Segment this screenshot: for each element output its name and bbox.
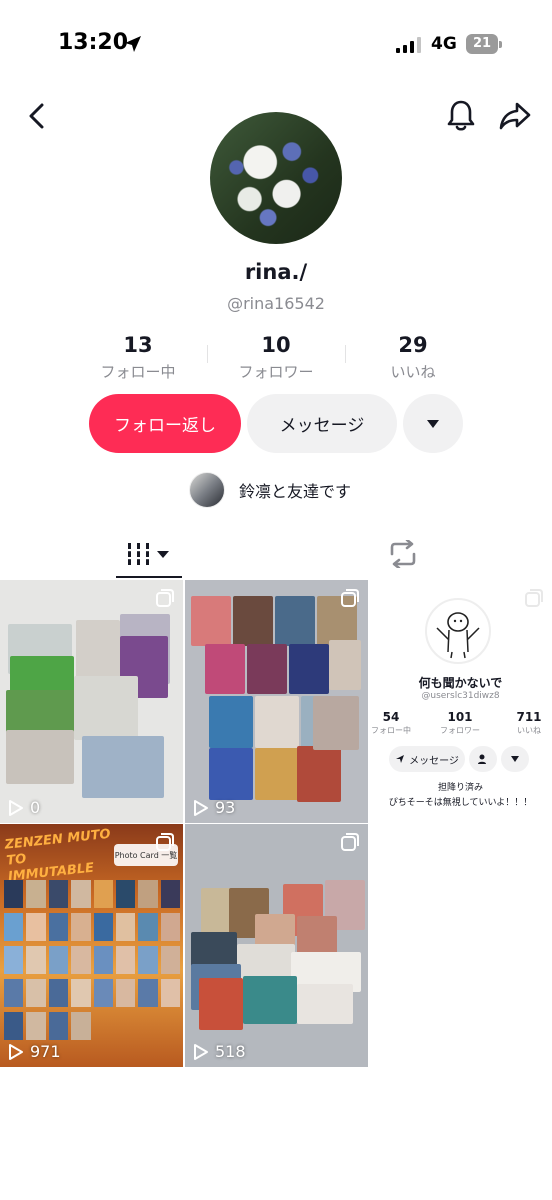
stat-following-label: フォロー中 xyxy=(100,363,176,381)
video-thumbnail: 何も聞かないで @userslc31diwz8 54 フォロー中 101 フォロ… xyxy=(369,580,552,823)
stat-divider xyxy=(345,345,346,363)
screenshot-stat: 54 フォロー中 xyxy=(369,710,421,736)
screenshot-bio-line: 担降り済み xyxy=(437,783,483,793)
status-time: 13:20 xyxy=(58,30,129,55)
video-thumbnail xyxy=(0,580,183,823)
back-button[interactable] xyxy=(20,98,54,134)
video-thumbnail xyxy=(185,580,368,823)
stat-divider xyxy=(207,345,208,363)
battery-level: 21 xyxy=(466,34,498,54)
view-count-value: 971 xyxy=(30,1042,61,1061)
caret-down-icon xyxy=(427,419,439,428)
screenshot-stat-value: 54 xyxy=(382,710,400,724)
video-tile[interactable]: 518 xyxy=(185,824,368,1067)
screenshot-stat-label: フォロー中 xyxy=(371,726,411,735)
doodle-character-icon xyxy=(436,612,480,659)
play-icon xyxy=(9,1043,23,1060)
play-icon xyxy=(194,1043,208,1060)
network-type: 4G xyxy=(431,34,457,54)
profile-handle: @rina16542 xyxy=(227,294,325,313)
screenshot-stat: 711 いいね xyxy=(499,710,552,736)
more-options-button[interactable] xyxy=(403,394,463,453)
battery-icon: 21 xyxy=(466,34,502,54)
view-count-value: 93 xyxy=(215,798,236,817)
video-tile[interactable]: 何も聞かないで @userslc31diwz8 54 フォロー中 101 フォロ… xyxy=(369,580,552,823)
multi-photo-icon xyxy=(525,589,543,607)
stat-followers-label: フォロワー xyxy=(238,363,314,381)
grid-icon xyxy=(125,543,169,565)
repost-icon xyxy=(390,540,416,568)
add-user-icon xyxy=(478,754,486,764)
view-count: 518 xyxy=(193,1042,246,1061)
view-count: 0 xyxy=(8,798,40,817)
view-count-value: 0 xyxy=(30,798,41,817)
mutual-friend-text: 鈴凛と友達です xyxy=(239,482,352,501)
bell-icon xyxy=(447,100,475,131)
status-bar: 13:20 4G 21 xyxy=(0,0,552,90)
screenshot-stat-value: 101 xyxy=(447,710,473,724)
share-button[interactable] xyxy=(494,96,536,136)
screenshot-bio-line: ぴちそーそは無視していいよ！！！ xyxy=(388,798,533,808)
screenshot-handle: @userslc31diwz8 xyxy=(421,691,500,701)
profile-username: rina./ xyxy=(244,260,308,284)
profile-avatar[interactable] xyxy=(210,112,342,244)
tab-videos[interactable] xyxy=(116,532,182,576)
active-tab-indicator xyxy=(116,576,182,578)
stat-following[interactable]: 13 フォロー中 xyxy=(73,333,203,382)
stat-likes[interactable]: 29 いいね xyxy=(348,333,478,382)
signal-icon xyxy=(396,37,421,53)
tab-reposts[interactable] xyxy=(370,532,436,576)
screenshot-stat: 101 フォロワー xyxy=(430,710,490,736)
location-arrow-icon xyxy=(125,36,141,52)
multi-photo-icon xyxy=(156,589,174,607)
screenshot-name: 何も聞かないで xyxy=(418,676,503,690)
video-tile[interactable]: ZENZEN MUTO TO IMMUTABLE Photo Card 一覧 97… xyxy=(0,824,183,1067)
screenshot-stat-value: 711 xyxy=(516,710,542,724)
message-button[interactable]: メッセージ xyxy=(247,394,397,453)
share-arrow-icon xyxy=(499,102,531,130)
caret-down-icon xyxy=(511,756,519,762)
stat-followers-value: 10 xyxy=(261,333,291,357)
video-thumbnail xyxy=(185,824,368,1067)
stat-followers[interactable]: 10 フォロワー xyxy=(211,333,341,382)
notification-bell-button[interactable] xyxy=(442,96,480,136)
chevron-left-icon xyxy=(29,103,44,129)
play-icon xyxy=(194,799,208,816)
video-thumbnail: ZENZEN MUTO TO IMMUTABLE Photo Card 一覧 xyxy=(0,824,183,1067)
stat-following-value: 13 xyxy=(123,333,153,357)
follow-back-button[interactable]: フォロー返し xyxy=(89,394,241,453)
multi-photo-icon xyxy=(341,589,359,607)
multi-photo-icon xyxy=(156,833,174,851)
mutual-friend-avatar xyxy=(189,472,225,508)
video-tile[interactable]: 0 xyxy=(0,580,183,823)
mutual-friend-row[interactable]: 鈴凛と友達です xyxy=(189,472,351,508)
screenshot-stat-label: いいね xyxy=(517,726,541,735)
screenshot-message-label: メッセージ xyxy=(409,755,459,767)
view-count-value: 518 xyxy=(215,1042,246,1061)
screenshot-add-friend-button xyxy=(469,746,497,772)
send-icon xyxy=(396,755,405,763)
screenshot-message-button: メッセージ xyxy=(389,746,465,772)
multi-photo-icon xyxy=(341,833,359,851)
screenshot-stat-label: フォロワー xyxy=(440,726,480,735)
view-count: 971 xyxy=(8,1042,61,1061)
stat-likes-label: いいね xyxy=(390,363,436,381)
play-icon xyxy=(9,799,23,816)
video-tile[interactable]: 93 xyxy=(185,580,368,823)
view-count: 93 xyxy=(193,798,235,817)
screenshot-more-button xyxy=(501,746,529,772)
screenshot-avatar xyxy=(425,598,491,664)
stat-likes-value: 29 xyxy=(398,333,428,357)
